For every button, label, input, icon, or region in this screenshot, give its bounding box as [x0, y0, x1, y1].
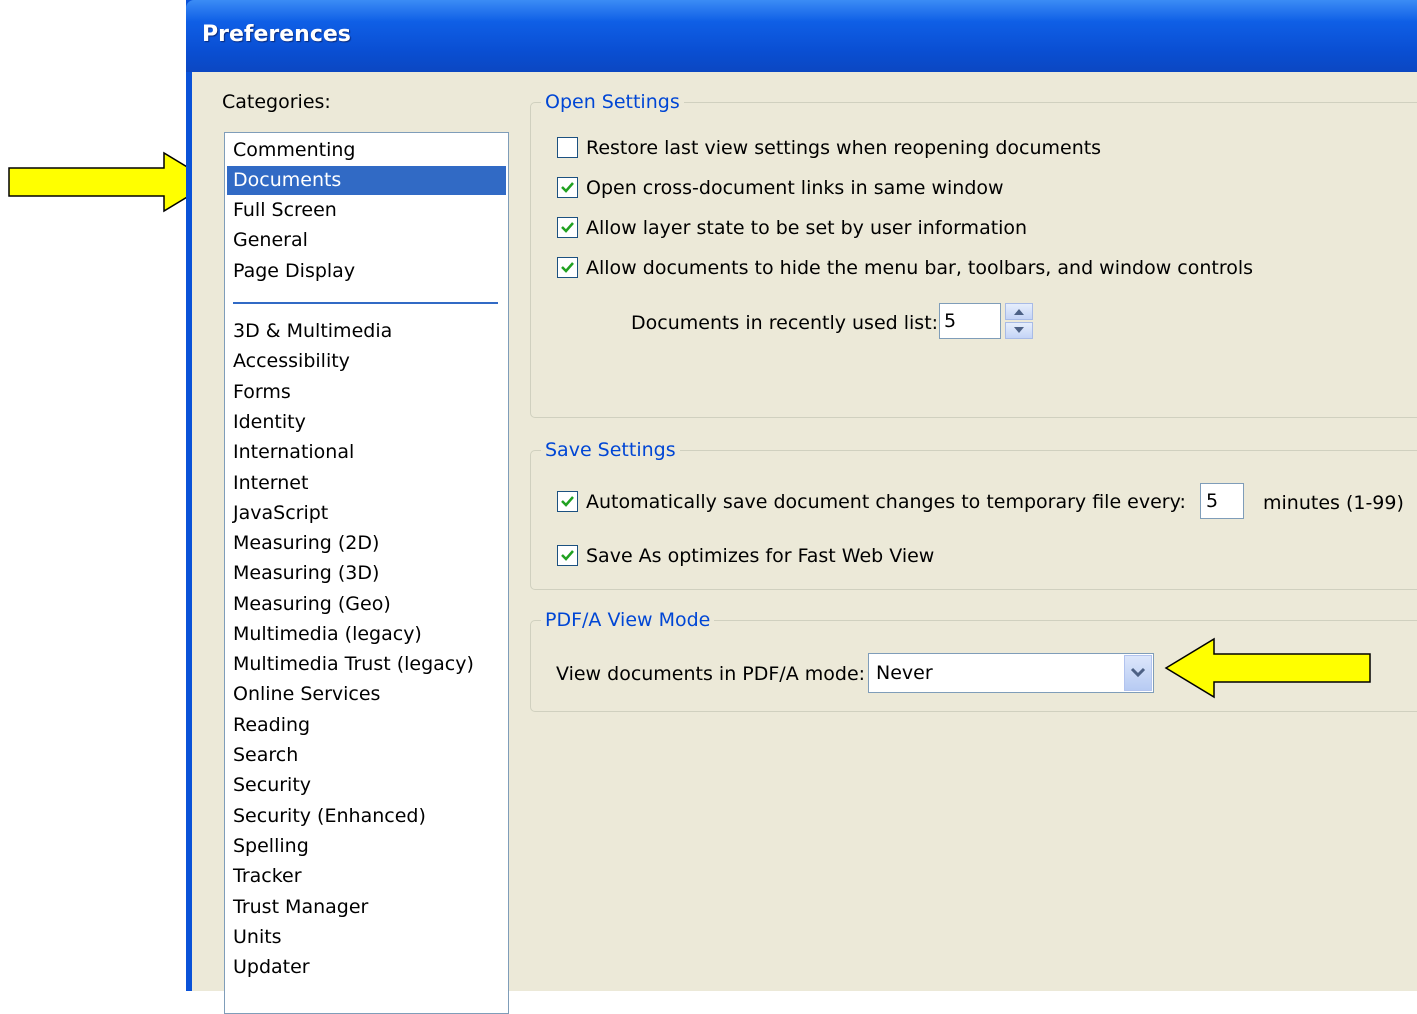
spin-down-button[interactable] — [1005, 322, 1033, 339]
fast-web-view-label[interactable]: Save As optimizes for Fast Web View — [586, 544, 934, 568]
category-separator — [233, 302, 498, 304]
category-spelling[interactable]: Spelling — [227, 832, 506, 861]
category-page-display[interactable]: Page Display — [227, 257, 506, 286]
callout-arrow-right — [1164, 637, 1371, 699]
category-updater[interactable]: Updater — [227, 953, 506, 982]
category-reading[interactable]: Reading — [227, 711, 506, 740]
category-online-services[interactable]: Online Services — [227, 680, 506, 709]
open-settings-legend: Open Settings — [541, 90, 684, 114]
autosave-checkbox[interactable] — [557, 491, 578, 512]
layer-state-checkbox[interactable] — [557, 217, 578, 238]
checkmark-icon — [561, 496, 574, 507]
arrow-down-icon — [1014, 327, 1024, 333]
category-multimedia-trust-legacy[interactable]: Multimedia Trust (legacy) — [227, 650, 506, 679]
restore-view-label[interactable]: Restore last view settings when reopenin… — [586, 136, 1101, 160]
checkmark-icon — [561, 222, 574, 233]
category-general[interactable]: General — [227, 226, 506, 255]
category-identity[interactable]: Identity — [227, 408, 506, 437]
recent-list-spinner[interactable] — [1005, 303, 1033, 339]
fast-web-view-checkbox[interactable] — [557, 545, 578, 566]
category-multimedia-legacy[interactable]: Multimedia (legacy) — [227, 620, 506, 649]
dialog-body: Categories: Commenting Documents Full Sc… — [192, 72, 1417, 1014]
categories-label: Categories: — [222, 91, 331, 113]
spin-up-button[interactable] — [1005, 303, 1033, 320]
layer-state-label[interactable]: Allow layer state to be set by user info… — [586, 216, 1027, 240]
category-search[interactable]: Search — [227, 741, 506, 770]
preferences-window: Preferences Categories: Commenting Docum… — [186, 0, 1417, 1014]
category-javascript[interactable]: JavaScript — [227, 499, 506, 528]
category-security-enhanced[interactable]: Security (Enhanced) — [227, 802, 506, 831]
checkmark-icon — [561, 182, 574, 193]
window-title: Preferences — [202, 22, 351, 47]
pdfa-mode-label: View documents in PDF/A mode: — [556, 663, 866, 685]
save-settings-legend: Save Settings — [541, 438, 680, 462]
cross-doc-links-label[interactable]: Open cross-document links in same window — [586, 176, 1004, 200]
category-3d-multimedia[interactable]: 3D & Multimedia — [227, 317, 506, 346]
autosave-unit-label: minutes (1-99) — [1263, 492, 1404, 514]
category-accessibility[interactable]: Accessibility — [227, 347, 506, 376]
category-measuring-geo[interactable]: Measuring (Geo) — [227, 590, 506, 619]
category-units[interactable]: Units — [227, 923, 506, 952]
category-measuring-3d[interactable]: Measuring (3D) — [227, 559, 506, 588]
categories-list[interactable]: Commenting Documents Full Screen General… — [224, 132, 509, 1014]
recent-list-label: Documents in recently used list: — [631, 312, 939, 334]
category-internet[interactable]: Internet — [227, 469, 506, 498]
title-bar[interactable]: Preferences — [186, 0, 1417, 72]
category-security[interactable]: Security — [227, 771, 506, 800]
arrow-up-icon — [1014, 309, 1024, 315]
checkmark-icon — [561, 262, 574, 273]
checkmark-icon — [561, 550, 574, 561]
recent-list-input[interactable]: 5 — [939, 303, 1001, 339]
cross-doc-links-checkbox[interactable] — [557, 177, 578, 198]
save-settings-group: Save Settings Automatically save documen… — [530, 438, 1417, 590]
dropdown-button[interactable] — [1124, 655, 1152, 691]
hide-menubar-checkbox[interactable] — [557, 257, 578, 278]
pdfa-mode-value: Never — [876, 662, 933, 684]
category-commenting[interactable]: Commenting — [227, 136, 506, 165]
open-settings-group: Open Settings Restore last view settings… — [530, 90, 1417, 418]
category-documents[interactable]: Documents — [227, 166, 506, 195]
category-trust-manager[interactable]: Trust Manager — [227, 893, 506, 922]
pdfa-mode-select[interactable]: Never — [868, 653, 1154, 693]
chevron-down-icon — [1130, 667, 1146, 678]
pdfa-legend: PDF/A View Mode — [541, 608, 715, 632]
category-tracker[interactable]: Tracker — [227, 862, 506, 891]
autosave-label[interactable]: Automatically save document changes to t… — [586, 490, 1186, 514]
category-measuring-2d[interactable]: Measuring (2D) — [227, 529, 506, 558]
autosave-minutes-input[interactable]: 5 — [1200, 483, 1244, 519]
restore-view-checkbox[interactable] — [557, 137, 578, 158]
category-full-screen[interactable]: Full Screen — [227, 196, 506, 225]
hide-menubar-label[interactable]: Allow documents to hide the menu bar, to… — [586, 256, 1253, 280]
category-forms[interactable]: Forms — [227, 378, 506, 407]
category-international[interactable]: International — [227, 438, 506, 467]
